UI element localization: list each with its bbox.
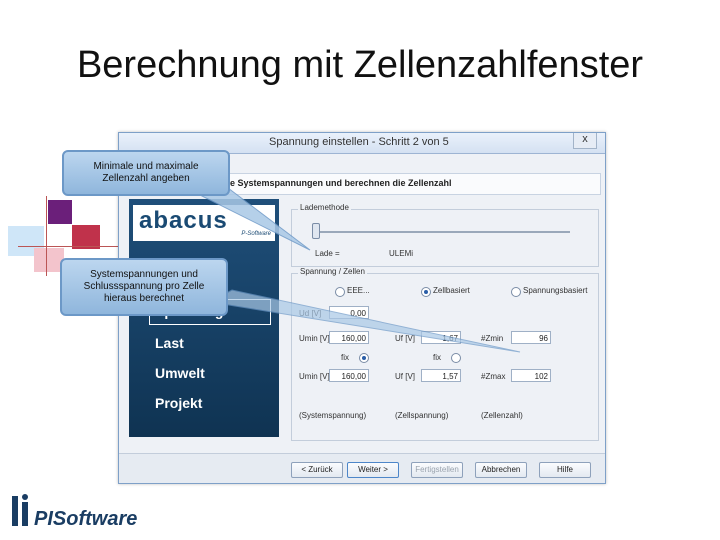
decorative-line-horizontal: [18, 246, 118, 247]
fix-label-2: fix: [433, 353, 441, 362]
lademethode-slider-track[interactable]: [314, 231, 570, 233]
nav-item-projekt[interactable]: Projekt: [155, 395, 202, 411]
zmax-input[interactable]: 102: [511, 369, 551, 382]
callout-min-max: Minimale und maximale Zellenzahl angeben: [62, 150, 230, 196]
ulem-label: ULEMi: [389, 249, 414, 258]
column-label-zellspannung: (Zellspannung): [395, 411, 449, 420]
slide-title: Berechnung mit Zellenzahlfenster: [76, 44, 644, 86]
uf-label-1: Uf [V]: [395, 334, 416, 343]
help-button[interactable]: Hilfe: [539, 462, 591, 478]
cancel-button[interactable]: Abbrechen: [475, 462, 527, 478]
callout-system: Systemspannungen und Schlussspannung pro…: [60, 258, 228, 316]
abacus-logo-box: abacus P-Software: [133, 205, 275, 241]
close-button[interactable]: x: [573, 133, 597, 149]
column-label-systemspannung: (Systemspannung): [299, 411, 367, 420]
next-button[interactable]: Weiter >: [347, 462, 399, 478]
callout-2-line-2: Schlussspannung pro Zelle: [83, 281, 205, 292]
umin-label: Umin [V]: [299, 334, 330, 343]
radio-zellbasiert-label: Zellbasiert: [433, 286, 470, 295]
wizard-sidebar: abacus P-Software Spannung Last Umwelt P…: [129, 199, 279, 437]
abacus-logo-sub: P-Software: [241, 231, 271, 237]
zmax-label: #Zmax: [481, 372, 506, 381]
zellen-legend: Spannung / Zellen: [298, 267, 367, 276]
finish-button[interactable]: Fertigstellen: [411, 462, 463, 478]
umin-input[interactable]: 160,00: [329, 331, 369, 344]
radio-eee-label: EEE...: [347, 286, 370, 295]
decorative-square-purple: [48, 200, 72, 224]
radio-spannungsbasiert[interactable]: [511, 287, 521, 297]
lade-label: Lade =: [315, 249, 340, 258]
radio-zellbasiert[interactable]: [421, 287, 431, 297]
uf-label-2: Uf [V]: [395, 372, 416, 381]
nav-item-umwelt[interactable]: Umwelt: [155, 365, 205, 381]
lademethode-legend: Lademethode: [298, 203, 351, 212]
fix-radio-1[interactable]: [359, 353, 369, 363]
ud-label: Ud [V]: [299, 309, 322, 318]
decorative-line-vertical: [46, 196, 47, 276]
radio-spannungsbasiert-label: Spannungsbasiert: [523, 286, 588, 295]
callout-1-line-2: Zellenzahl angeben: [102, 173, 190, 184]
abacus-logo: abacus: [139, 207, 228, 234]
umax-label: Umin [V]: [299, 372, 330, 381]
column-label-zellenzahl: (Zellenzahl): [481, 411, 523, 420]
brand-logo: PISoftware: [34, 508, 138, 530]
callout-2-line-3: hieraus berechnet: [103, 293, 185, 304]
brand-mark-icon: [12, 494, 28, 526]
nav-item-last[interactable]: Last: [155, 335, 184, 351]
lademethode-group: Lademethode: [291, 203, 599, 267]
radio-eee[interactable]: [335, 287, 345, 297]
back-button[interactable]: < Zurück: [291, 462, 343, 478]
umax-input[interactable]: 160,00: [329, 369, 369, 382]
dialog-subtitle: e Systemspannungen und berechnen die Zel…: [230, 178, 452, 188]
fix-label-1: fix: [341, 353, 349, 362]
fix-radio-2[interactable]: [451, 353, 461, 363]
zmin-input[interactable]: 96: [511, 331, 551, 344]
uf-input-2[interactable]: 1,57: [421, 369, 461, 382]
callout-2-line-1: Systemspannungen und: [90, 269, 198, 280]
zmin-label: #Zmin: [481, 334, 504, 343]
ud-input[interactable]: 0,00: [329, 306, 369, 319]
dialog-footer: < Zurück Weiter > Fertigstellen Abbreche…: [119, 453, 605, 483]
dialog-subtitle-bar: e Systemspannungen und berechnen die Zel…: [219, 173, 601, 195]
lademethode-slider-thumb[interactable]: [312, 223, 320, 239]
dialog-title: Spannung einstellen - Schritt 2 von 5: [269, 136, 449, 148]
uf-input-1[interactable]: 1,67: [421, 331, 461, 344]
callout-1-line-1: Minimale und maximale: [93, 161, 199, 172]
